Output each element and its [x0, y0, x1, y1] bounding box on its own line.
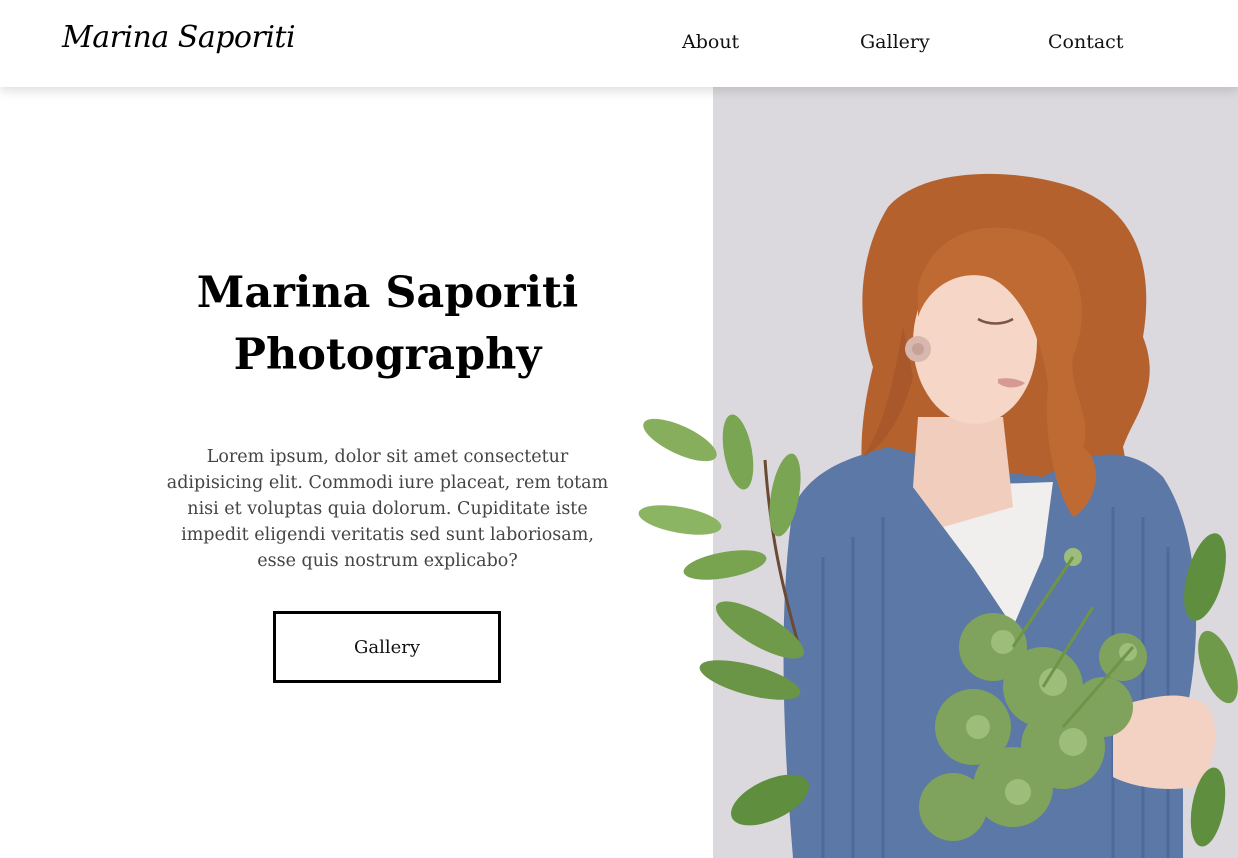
- hero-content: Marina Saporiti Photography Lorem ipsum,…: [160, 262, 615, 574]
- nav-link-gallery[interactable]: Gallery: [860, 31, 930, 53]
- hero-title-line-2: Photography: [233, 330, 542, 380]
- hero-description: Lorem ipsum, dolor sit amet consectetur …: [166, 447, 609, 571]
- gallery-button[interactable]: Gallery: [273, 611, 501, 683]
- site-header: Marina Saporiti About Gallery Contact: [0, 0, 1238, 87]
- leaves-decoration: [638, 414, 809, 826]
- nav-link-about[interactable]: About: [682, 31, 739, 53]
- nav-link-contact[interactable]: Contact: [1048, 31, 1123, 53]
- site-logo[interactable]: Marina Saporiti: [62, 20, 296, 55]
- hero-title-line-1: Marina Saporiti: [196, 268, 579, 318]
- hero-title: Marina Saporiti Photography: [160, 262, 615, 386]
